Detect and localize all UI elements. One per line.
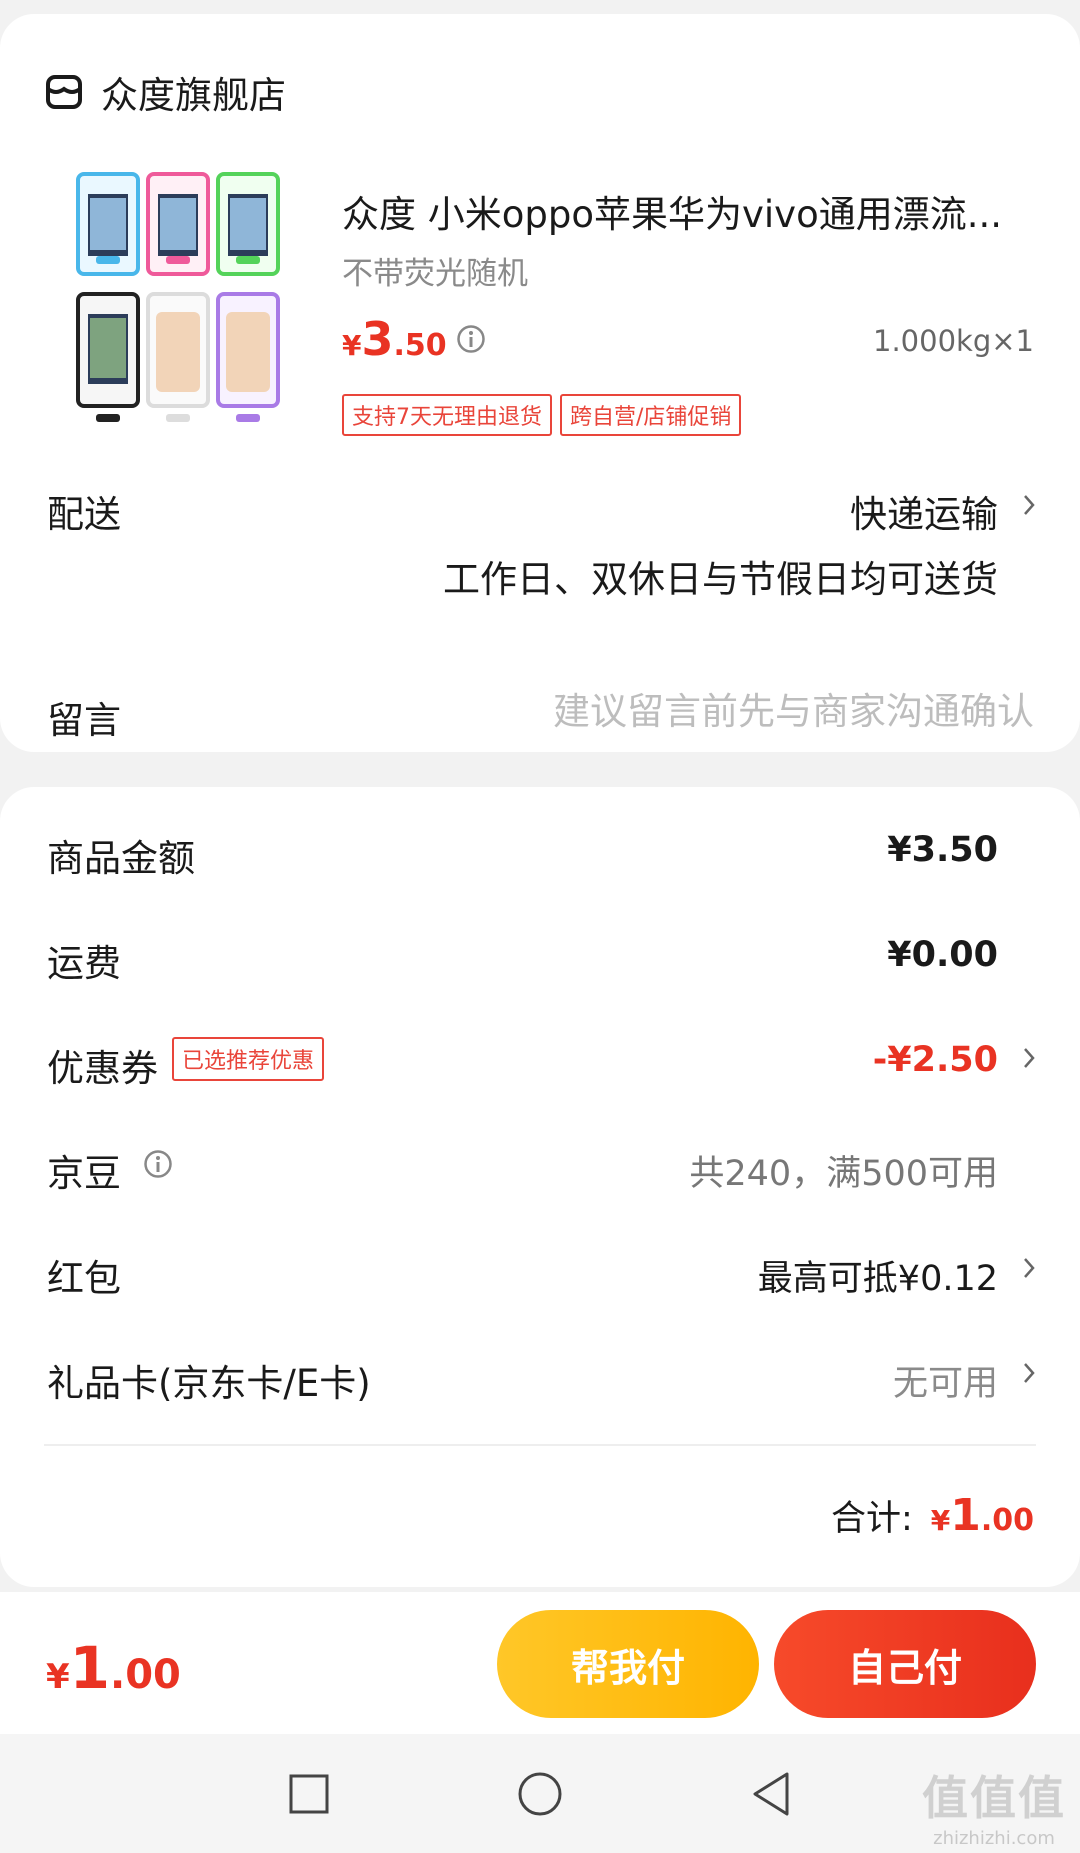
service-tags: 支持7天无理由退货 跨自营/店铺促销 xyxy=(342,394,742,436)
pay-bar: ¥ 1 .00 帮我付 自己付 xyxy=(0,1592,1080,1734)
jingdou-label: 京豆 xyxy=(47,1152,121,1195)
shipping-value: ¥0.00 xyxy=(887,935,998,975)
product-image[interactable] xyxy=(48,164,308,442)
watermark-url: zhizhizhi.com xyxy=(933,1828,1055,1849)
chevron-right-icon[interactable] xyxy=(1022,492,1036,518)
delivery-label: 配送 xyxy=(47,493,121,536)
chevron-right-icon[interactable] xyxy=(1022,1255,1036,1281)
promotion-tag: 跨自营/店铺促销 xyxy=(560,394,742,436)
delivery-description: 工作日、双休日与节假日均可送货 xyxy=(443,558,998,601)
price-currency: ¥ xyxy=(342,329,362,362)
gift-card-value[interactable]: 无可用 xyxy=(893,1355,998,1406)
price-integer: 3 xyxy=(361,312,394,366)
pay-total: ¥ 1 .00 xyxy=(46,1634,181,1702)
chevron-right-icon[interactable] xyxy=(1022,1045,1036,1071)
product-variant: 不带荧光随机 xyxy=(342,256,528,292)
message-label: 留言 xyxy=(47,699,121,742)
product-price: ¥ 3 .50 xyxy=(342,312,447,366)
goods-amount-label: 商品金额 xyxy=(47,837,195,880)
pay-decimal: .00 xyxy=(110,1652,181,1698)
product-quantity: 1.000kg×1 xyxy=(873,324,1034,358)
price-decimal: .50 xyxy=(393,328,447,363)
red-packet-label: 红包 xyxy=(47,1257,121,1300)
pay-integer: 1 xyxy=(69,1634,111,1702)
total-label: 合计: xyxy=(830,1499,913,1539)
gift-card-label: 礼品卡(京东卡/E卡) xyxy=(47,1362,371,1405)
total-integer: 1 xyxy=(950,1490,981,1541)
shipping-label: 运费 xyxy=(47,942,121,985)
store-header[interactable]: 众度旗舰店 xyxy=(45,66,286,118)
pay-myself-button[interactable]: 自己付 xyxy=(774,1610,1036,1718)
watermark-logo: 值值值 xyxy=(922,1771,1066,1825)
pay-currency: ¥ xyxy=(46,1657,70,1697)
delivery-method[interactable]: 快递运输 xyxy=(850,484,998,538)
help-me-pay-button[interactable]: 帮我付 xyxy=(497,1610,759,1718)
chevron-right-icon[interactable] xyxy=(1022,1360,1036,1386)
system-nav-bar xyxy=(0,1734,1080,1853)
product-title[interactable]: 众度 小米oppo苹果华为vivo通用漂流... xyxy=(342,184,1042,238)
home-icon[interactable] xyxy=(510,1764,570,1824)
return-policy-tag: 支持7天无理由退货 xyxy=(342,394,552,436)
message-input[interactable] xyxy=(474,690,1034,733)
jingdou-info-icon[interactable] xyxy=(143,1149,173,1179)
goods-amount-value: ¥3.50 xyxy=(887,830,998,870)
price-info-icon[interactable] xyxy=(456,324,486,354)
order-total: 合计: ¥ 1 .00 xyxy=(831,1490,1034,1541)
price-summary-card: 商品金额 ¥3.50 运费 ¥0.00 优惠券 已选推荐优惠 -¥2.50 京豆… xyxy=(0,787,1080,1587)
jingdou-value: 共240，满500可用 xyxy=(689,1154,998,1194)
order-item-card: 众度旗舰店 众度 小米oppo苹果华为vivo通用漂流... 不带荧光随机 ¥ … xyxy=(0,14,1080,752)
watermark: 值值值 zhizhizhi.com xyxy=(922,1762,1066,1849)
coupon-label: 优惠券 xyxy=(47,1047,158,1090)
coupon-badge: 已选推荐优惠 xyxy=(172,1037,325,1081)
recent-apps-icon[interactable] xyxy=(279,1764,339,1824)
total-currency: ¥ xyxy=(930,1504,951,1537)
total-decimal: .00 xyxy=(980,1503,1034,1538)
back-icon[interactable] xyxy=(741,1764,801,1824)
divider xyxy=(44,1444,1036,1446)
coupon-value[interactable]: -¥2.50 xyxy=(873,1040,998,1080)
red-packet-value[interactable]: 最高可抵¥0.12 xyxy=(758,1250,998,1301)
store-icon xyxy=(45,73,83,111)
store-name: 众度旗舰店 xyxy=(101,74,286,117)
